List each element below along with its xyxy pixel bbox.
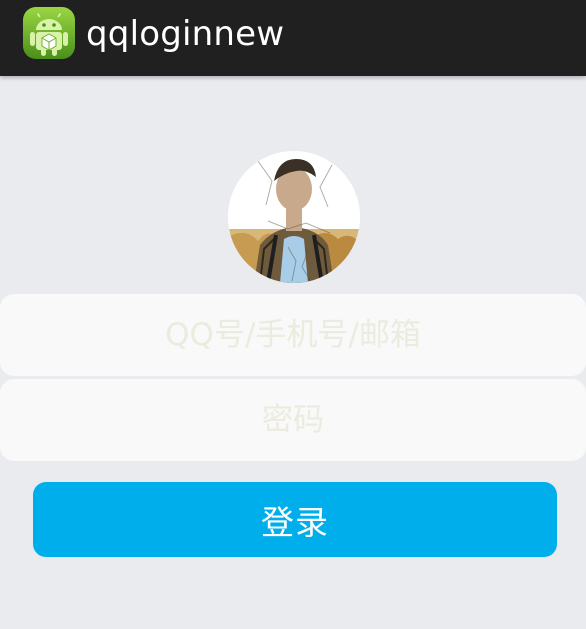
- app-title: qqloginnew: [86, 14, 285, 54]
- android-robot-icon: [22, 6, 76, 60]
- password-field[interactable]: [0, 379, 586, 461]
- avatar[interactable]: [228, 151, 360, 283]
- account-input[interactable]: [0, 294, 586, 376]
- account-field[interactable]: [0, 294, 586, 376]
- login-button[interactable]: 登录: [33, 482, 557, 557]
- password-input[interactable]: [0, 379, 586, 461]
- app-bar: qqloginnew: [0, 0, 586, 76]
